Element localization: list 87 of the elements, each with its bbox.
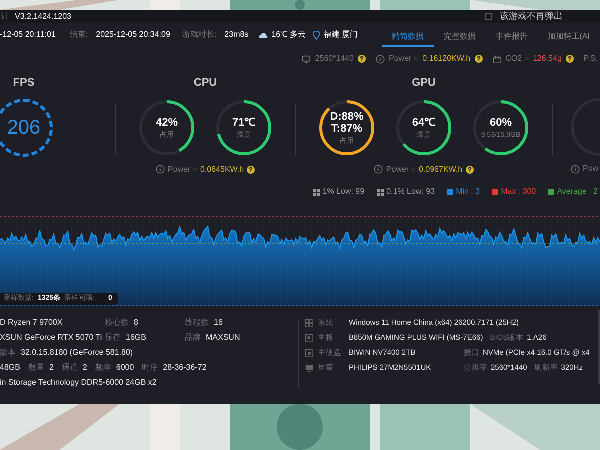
power-label: Power = bbox=[386, 164, 416, 176]
checkbox-label[interactable]: 该游戏不再弹出 bbox=[500, 10, 563, 24]
gauge-ring bbox=[215, 98, 273, 156]
checkbox[interactable] bbox=[485, 13, 492, 20]
duration-value: 23m8s bbox=[224, 29, 249, 41]
summary-label: Power = bbox=[389, 53, 419, 65]
location-pin-icon bbox=[312, 30, 320, 40]
monitor-icon bbox=[305, 364, 314, 372]
grid-icon bbox=[376, 188, 384, 196]
tab[interactable]: 事件报告 bbox=[486, 23, 538, 47]
gauge-ring bbox=[472, 98, 530, 156]
spec-value: 32.0.15.8180 (GeForce 581.80) bbox=[21, 348, 134, 358]
summary-value: P.S. bbox=[584, 53, 598, 65]
gauge-value: T:87% bbox=[331, 122, 363, 134]
spec-value: 6000 bbox=[116, 363, 134, 373]
spec-label: 时序 bbox=[142, 363, 158, 373]
power-value: 0.0645KW.h bbox=[200, 164, 244, 176]
app-name: 计 bbox=[1, 10, 9, 22]
fps-value: 206 bbox=[7, 116, 41, 140]
power-icon bbox=[374, 165, 384, 174]
spec-value: 2 bbox=[49, 363, 54, 373]
help-icon[interactable] bbox=[247, 166, 256, 174]
end-label: 结束: bbox=[70, 29, 88, 41]
section-title: CPU bbox=[194, 76, 218, 91]
summary-value: 0.16120KW.h bbox=[422, 53, 471, 65]
start-time: -12-05 20:11:01 bbox=[0, 29, 56, 41]
tab[interactable]: 精简数据 bbox=[382, 23, 434, 47]
duration-label: 游戏时长: bbox=[182, 29, 217, 41]
section-title: GPU bbox=[412, 76, 436, 91]
stat-text: 1% Low: 99 bbox=[322, 186, 365, 198]
tab[interactable]: 加加特工(AI bbox=[538, 23, 600, 47]
spec-label: 显存 bbox=[105, 333, 121, 343]
gauge-value: 42% bbox=[156, 116, 178, 128]
spec-value: D Ryzen 7 9700X bbox=[0, 318, 63, 328]
location-text: 福建 厦门 bbox=[324, 29, 358, 41]
spec-value: 48GB bbox=[0, 363, 20, 373]
gauge-ring bbox=[318, 98, 376, 156]
help-icon[interactable] bbox=[466, 166, 474, 174]
spec-value: 28-36-36-72 bbox=[163, 363, 207, 373]
spec-value: in Storage Technology DDR5-6000 24GB x2 bbox=[0, 378, 157, 388]
power-value: 0.0967KW.h bbox=[418, 164, 463, 176]
stat-text: Min : 3 bbox=[456, 186, 480, 198]
summary-value: 2560*1440 bbox=[315, 53, 354, 65]
spec-value: XSUN GeForce RTX 5070 Ti bbox=[0, 333, 102, 343]
spec-value: 2 bbox=[82, 363, 88, 373]
summary-value: 126.54g bbox=[532, 53, 562, 65]
spec-label: 版本 bbox=[0, 348, 16, 358]
monitor-icon bbox=[302, 54, 312, 64]
gauge-value: 60% bbox=[490, 116, 512, 128]
spec-label: 线程数 bbox=[185, 318, 209, 328]
power-icon bbox=[571, 164, 580, 174]
power-icon bbox=[156, 165, 165, 174]
spec-label: 核心数 bbox=[105, 318, 129, 328]
stat-text: 0.1% Low: 93 bbox=[386, 186, 436, 198]
stat-text: Max : 300 bbox=[501, 186, 536, 198]
gauge-ring bbox=[138, 98, 196, 156]
tab[interactable]: 完整数据 bbox=[434, 23, 486, 47]
spec-value: 16 bbox=[214, 318, 223, 328]
gauge-value: 71℃ bbox=[232, 116, 256, 128]
stat-text: Average : 2 bbox=[557, 186, 598, 198]
power-icon bbox=[376, 54, 386, 64]
help-icon[interactable] bbox=[566, 55, 574, 63]
gauge-value: 64℃ bbox=[412, 116, 436, 128]
board-icon bbox=[305, 334, 314, 342]
section-title: FPS bbox=[13, 76, 35, 91]
end-time: 2025-12-05 20:34:09 bbox=[96, 29, 170, 41]
spec-label: 数量 bbox=[28, 363, 44, 373]
factory-icon bbox=[492, 54, 502, 64]
disk-icon bbox=[305, 348, 314, 358]
spec-label: 通道 bbox=[62, 363, 78, 373]
cloud-icon bbox=[258, 32, 268, 38]
grid-icon bbox=[312, 188, 320, 196]
spec-value: 8 bbox=[134, 318, 138, 328]
grid-icon bbox=[305, 318, 314, 328]
summary-label: CO2 = bbox=[506, 53, 529, 65]
spec-label: 频率 bbox=[95, 363, 112, 373]
gauge-value: D:88% bbox=[330, 110, 364, 122]
version-text: V3.2.1424.1203 bbox=[15, 10, 72, 22]
weather-text: 16℃ 多云 bbox=[272, 29, 306, 41]
power-label: Pow bbox=[583, 163, 599, 175]
power-label: Power = bbox=[168, 164, 198, 176]
spec-value: MAXSUN bbox=[206, 333, 240, 343]
help-icon[interactable] bbox=[474, 55, 483, 63]
spec-label: 品牌 bbox=[185, 333, 201, 343]
help-icon[interactable] bbox=[358, 55, 366, 63]
spec-value: 16GB bbox=[126, 333, 146, 343]
gauge-ring bbox=[395, 98, 453, 156]
